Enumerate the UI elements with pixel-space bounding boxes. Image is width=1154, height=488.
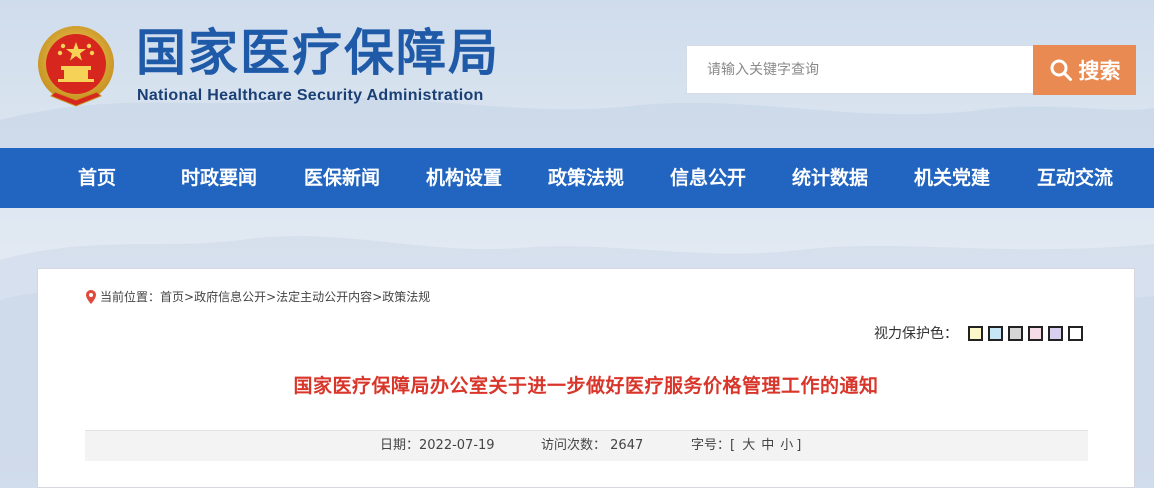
- color-swatch-purple[interactable]: [1048, 325, 1063, 341]
- nav-item-information-disclosure[interactable]: 信息公开: [670, 148, 746, 208]
- font-size-control: 字号：[ 大中小]: [691, 431, 801, 461]
- publish-date: 日期：2022-07-19: [380, 431, 495, 461]
- color-swatch-white[interactable]: [1068, 325, 1083, 341]
- nav-item-interaction[interactable]: 互动交流: [1037, 148, 1113, 208]
- breadcrumb-separator: >: [372, 289, 383, 304]
- color-swatch-blue[interactable]: [988, 325, 1003, 341]
- font-size-small-button[interactable]: 小: [780, 438, 793, 453]
- font-size-medium-button[interactable]: 中: [761, 438, 774, 453]
- search-input[interactable]: [687, 46, 1033, 93]
- color-swatch-gray[interactable]: [1008, 325, 1023, 341]
- color-swatch-pink[interactable]: [1028, 325, 1043, 341]
- breadcrumb-separator: >: [184, 289, 195, 304]
- bracket-open: [: [730, 438, 736, 453]
- breadcrumb-item-gov-info[interactable]: 政府信息公开: [194, 288, 266, 305]
- article-meta-bar: 日期：2022-07-19 访问次数： 2647 字号：[ 大中小]: [85, 430, 1088, 461]
- site-header: 国家医疗保障局 National Healthcare Security Adm…: [0, 0, 1154, 148]
- nav-item-statistics[interactable]: 统计数据: [792, 148, 868, 208]
- article-title: 国家医疗保障局办公室关于进一步做好医疗服务价格管理工作的通知: [293, 375, 879, 397]
- search-button-label: 搜索: [1078, 59, 1121, 83]
- nav-item-party-building[interactable]: 机关党建: [914, 148, 990, 208]
- site-title-english: National Healthcare Security Administrat…: [137, 87, 484, 104]
- breadcrumb-item-policies[interactable]: 政策法规: [382, 288, 430, 305]
- main-nav: 首页 时政要闻 医保新闻 机构设置 政策法规 信息公开 统计数据 机关党建 互动…: [0, 148, 1154, 208]
- article-card: 当前位置： 首页 > 政府信息公开 > 法定主动公开内容 > 政策法规 视力保护…: [37, 268, 1135, 488]
- search-box: [686, 45, 1034, 94]
- font-size-label: 字号：: [691, 438, 731, 453]
- breadcrumb-prefix: 当前位置：: [100, 290, 161, 304]
- views-label: 访问次数：: [541, 438, 607, 453]
- nav-item-home[interactable]: 首页: [78, 148, 116, 208]
- nav-item-medical-insurance-news[interactable]: 医保新闻: [304, 148, 380, 208]
- breadcrumb-item-home[interactable]: 首页: [160, 288, 184, 305]
- font-size-large-button[interactable]: 大: [742, 438, 755, 453]
- breadcrumb-item-statutory-content[interactable]: 法定主动公开内容: [276, 288, 372, 305]
- color-swatch-yellow[interactable]: [968, 325, 983, 341]
- vision-protection-label: 视力保护色：: [874, 326, 958, 342]
- date-value: 2022-07-19: [419, 438, 495, 453]
- search-icon: [1050, 59, 1072, 81]
- nav-item-policies[interactable]: 政策法规: [548, 148, 624, 208]
- location-pin-icon: [86, 289, 96, 304]
- date-label: 日期：: [380, 438, 420, 453]
- vision-protection-colors: 视力保护色：: [874, 323, 1088, 343]
- nav-item-current-affairs[interactable]: 时政要闻: [181, 148, 257, 208]
- national-emblem-icon: [38, 26, 114, 107]
- nav-item-organization[interactable]: 机构设置: [426, 148, 502, 208]
- breadcrumb-separator: >: [266, 289, 277, 304]
- bracket-close: ]: [796, 438, 802, 453]
- views-value: 2647: [610, 438, 644, 453]
- site-title: 国家医疗保障局: [136, 23, 500, 82]
- visit-count: 访问次数： 2647: [541, 431, 643, 461]
- search-button[interactable]: 搜索: [1033, 45, 1136, 95]
- breadcrumb: 当前位置： 首页 > 政府信息公开 > 法定主动公开内容 > 政策法规: [86, 288, 430, 305]
